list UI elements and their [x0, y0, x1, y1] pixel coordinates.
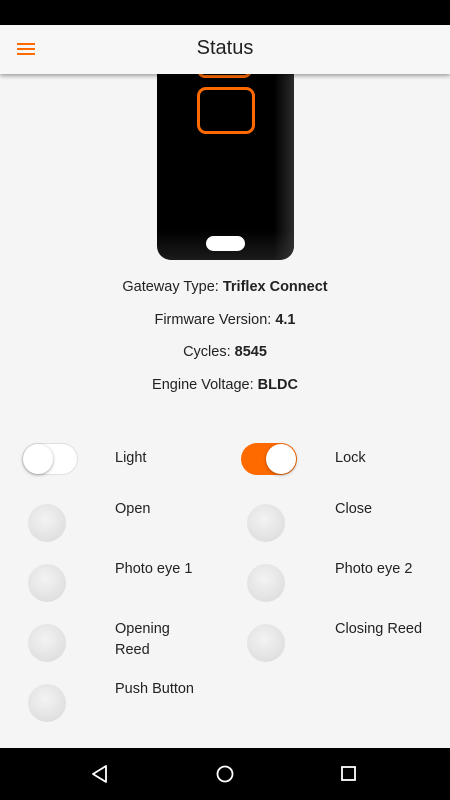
- lock-label: Lock: [335, 450, 366, 466]
- page-title: Status: [196, 37, 254, 59]
- opening-reed-indicator: [28, 624, 66, 662]
- firmware-version-value: 4.1: [275, 312, 296, 328]
- gateway-type-value: Triflex Connect: [222, 279, 328, 295]
- photo-eye-2-label: Photo eye 2: [335, 561, 413, 577]
- close-status-indicator: [247, 504, 285, 542]
- opening-reed-label-line1: Opening: [115, 621, 170, 637]
- photo-eye-1-indicator: [28, 564, 66, 602]
- photo-eye-1-label: Photo eye 1: [115, 561, 193, 577]
- close-label: Close: [335, 501, 373, 517]
- cycles-line: Cycles: 8545: [0, 344, 450, 360]
- engine-voltage-line: Engine Voltage: BLDC: [0, 377, 450, 393]
- recents-icon[interactable]: [336, 761, 362, 787]
- push-button-label: Push Button: [115, 681, 194, 697]
- light-toggle[interactable]: [22, 442, 78, 476]
- gateway-type-line: Gateway Type: Triflex Connect: [0, 279, 450, 295]
- cycles-value: 8545: [234, 344, 267, 360]
- firmware-version-line: Firmware Version: 4.1: [0, 312, 450, 328]
- system-navigation-bar: [0, 748, 450, 800]
- closing-reed-label: Closing Reed: [335, 621, 423, 637]
- closing-reed-indicator: [247, 624, 285, 662]
- remote-led-indicator: [206, 236, 245, 251]
- firmware-version-label: Firmware Version:: [154, 312, 276, 328]
- opening-reed-label-line2: Reed: [115, 642, 150, 658]
- lock-toggle[interactable]: [241, 442, 297, 476]
- system-status-bar: [0, 0, 450, 25]
- cycles-label: Cycles:: [183, 344, 235, 360]
- app-bar: Status: [0, 25, 450, 74]
- back-icon[interactable]: [87, 761, 113, 787]
- photo-eye-2-indicator: [247, 564, 285, 602]
- light-toggle-knob: [23, 444, 53, 474]
- engine-voltage-value: BLDC: [257, 377, 298, 393]
- remote-button-middle: [197, 87, 255, 134]
- home-icon[interactable]: [212, 761, 238, 787]
- push-button-indicator: [28, 684, 66, 722]
- open-label: Open: [115, 501, 151, 517]
- gateway-type-label: Gateway Type:: [122, 279, 223, 295]
- light-label: Light: [115, 450, 147, 466]
- engine-voltage-label: Engine Voltage:: [152, 377, 258, 393]
- open-status-indicator: [28, 504, 66, 542]
- lock-toggle-knob: [266, 444, 296, 474]
